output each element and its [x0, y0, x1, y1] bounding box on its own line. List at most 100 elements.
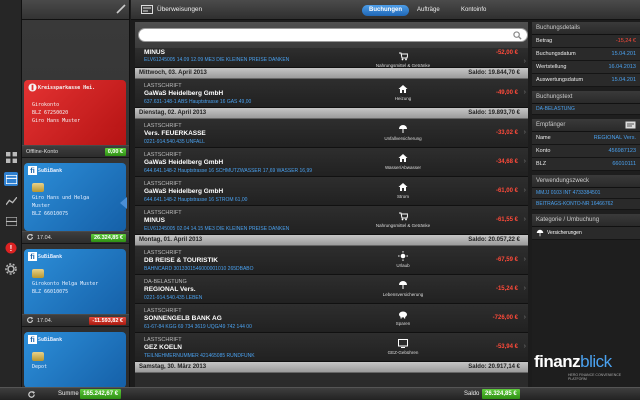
top-toolbar: Überweisungen Buchungen Aufträge Kontoin…: [131, 0, 640, 20]
transaction-category[interactable]: Lebensversicherung: [373, 280, 433, 297]
tab-kontoinfo[interactable]: Kontoinfo: [454, 5, 493, 16]
transaction-type: LASTSCHRIFT: [144, 250, 182, 256]
sun-icon: [398, 251, 408, 261]
transaction-category[interactable]: Strom: [373, 182, 433, 199]
chevron-right-icon: ›: [523, 89, 526, 96]
edit-pencil-icon[interactable]: [116, 4, 126, 16]
svg-text:fi: fi: [30, 335, 34, 344]
account-bar-1[interactable]: 17.04. 26.324,85 €: [22, 231, 129, 244]
transaction-category[interactable]: GEZ-Gebühren: [373, 338, 433, 355]
kategorie-button[interactable]: Versicherungen: [532, 227, 640, 240]
piggy-icon: [398, 309, 408, 319]
transaction-row[interactable]: LASTSCHRIFT SONNENGELB BANK AG 61-67-84 KG…: [135, 304, 528, 333]
account-card-subibank-1[interactable]: fi SuBiBank Giro Hans und Helga Muster B…: [24, 163, 126, 231]
list-icon[interactable]: [4, 214, 18, 228]
transaction-row[interactable]: LASTSCHRIFT GaWaS Heidelberg GmbH 637.631-…: [135, 79, 528, 108]
svg-text:fi: fi: [30, 252, 34, 261]
verwendungszweck-line: MMJJ 0103 INT 4733384501: [532, 188, 640, 199]
buchungstext-value: DA-BELASTUNG: [532, 104, 640, 115]
transaction-row[interactable]: LASTSCHRIFT GaWaS Heidelberg GmbH 644.641.…: [135, 148, 528, 177]
offline-account-balance: 0,00 €: [104, 147, 126, 156]
search-bar: [135, 22, 528, 48]
transfers-button[interactable]: Überweisungen: [141, 5, 202, 14]
tab-auftraege[interactable]: Aufträge: [410, 5, 447, 16]
account-update-date: 17.04.: [37, 317, 53, 324]
detail-value: -15,24 €: [615, 38, 636, 44]
transaction-row[interactable]: LASTSCHRIFT MINUS ELV61245005 02.04 14.15 …: [135, 206, 528, 235]
transaction-type: LASTSCHRIFT: [144, 181, 182, 187]
tab-buchungen[interactable]: Buchungen: [362, 5, 409, 16]
account-card-subibank-2[interactable]: fi SuBiBank Girokonto Helga Muster BLZ 6…: [24, 249, 126, 317]
transaction-amount: -34,68 €: [495, 159, 518, 165]
transaction-category[interactable]: Nahrungsmittel & Getränke: [373, 211, 433, 228]
transaction-category[interactable]: Sparen: [373, 309, 433, 326]
search-input[interactable]: [138, 28, 528, 42]
transaction-category[interactable]: Urlaub: [373, 251, 433, 268]
detail-row: Wertstellung 16.04.2013: [532, 61, 640, 74]
transaction-amount: -53,94 €: [495, 344, 518, 350]
transaction-amount: -67,59 €: [495, 257, 518, 263]
recipient-value: REGIONAL Vers.: [593, 135, 636, 141]
transaction-category[interactable]: Heizung: [373, 84, 433, 101]
transaction-name: SONNENGELB BANK AG: [144, 315, 222, 322]
offline-account-bar[interactable]: Offline-Konto 0,00 €: [22, 145, 129, 158]
settings-gear-icon[interactable]: [4, 262, 18, 276]
card-chip: [32, 352, 44, 361]
refresh-all-icon[interactable]: [27, 390, 36, 400]
refresh-icon[interactable]: [26, 233, 34, 243]
transaction-row[interactable]: LASTSCHRIFT GaWaS Heidelberg GmbH 644.641.…: [135, 177, 528, 206]
account-card-subibank-depot[interactable]: fi SuBiBank Depot: [24, 332, 126, 388]
chart-icon[interactable]: [4, 194, 18, 208]
transaction-description: ELV61245005 14.09 12.09 ME3 DIE KLEINEN …: [144, 57, 290, 63]
transaction-type: LASTSCHRIFT: [144, 308, 182, 314]
card-line: Girokonto: [32, 102, 60, 108]
recipient-key: Konto: [536, 148, 551, 154]
grid-icon[interactable]: [4, 150, 18, 164]
chevron-right-icon: ›: [523, 285, 526, 292]
tv-icon: [398, 338, 408, 348]
transaction-name: Vers. FEUERKASSE: [144, 130, 206, 137]
transaction-name: GaWaS Heidelberg GmbH: [144, 188, 224, 195]
recipient-key: Name: [536, 135, 551, 141]
address-card-icon[interactable]: [625, 121, 636, 131]
transaction-description: 644.641.148-2 Hauptstrasse 16 STROM 61,0…: [144, 197, 248, 203]
transaction-row[interactable]: LASTSCHRIFT GEZ KOELN TEILNEHMERNUMMER 421…: [135, 333, 528, 362]
accounts-icon[interactable]: [4, 172, 18, 186]
alert-icon[interactable]: !: [4, 241, 18, 255]
cart-icon: [398, 211, 409, 221]
transaction-amount: -61,00 €: [495, 188, 518, 194]
sparkasse-logo-icon: [28, 83, 37, 92]
transaction-row[interactable]: MINUS ELV61245005 14.09 12.09 ME3 DIE KLE…: [135, 48, 528, 68]
empfaenger-header: Empfänger: [532, 119, 640, 132]
transaction-row[interactable]: LASTSCHRIFT Vers. FEUERKASSE 0221-914.540.…: [135, 119, 528, 148]
transaction-category[interactable]: Nahrungsmittel & Getränke: [373, 51, 433, 68]
bank-logo-icon: fi: [28, 335, 37, 344]
category-label: Nahrungsmittel & Getränke: [375, 63, 431, 68]
transaction-name: GaWaS Heidelberg GmbH: [144, 159, 224, 166]
transaction-row[interactable]: LASTSCHRIFT DB REISE & TOURISTIK BAHNCARD …: [135, 246, 528, 275]
day-date: Samstag, 30. März 2013: [139, 364, 207, 370]
transaction-category[interactable]: Unfallversicherung: [373, 124, 433, 141]
transaction-type: DA-BELASTUNG: [144, 279, 187, 285]
category-label: Lebensversicherung: [382, 292, 424, 297]
account-card-kreissparkasse[interactable]: Kreissparkasse Hei. Girokonto BLZ 672500…: [24, 80, 126, 148]
refresh-icon[interactable]: [26, 316, 34, 326]
account-bar-2[interactable]: 17.04. -11.593,82 €: [22, 314, 129, 327]
detail-value: 15.04.201: [611, 77, 636, 83]
transaction-category[interactable]: Wasser/Abwasser: [373, 153, 433, 170]
card-line: BLZ 67250020: [32, 110, 69, 116]
transaction-description: 637.631-148-1 ABS Hauptstrasse 16 GAS 49…: [144, 99, 252, 105]
transaction-row[interactable]: DA-BELASTUNG REGIONAL Vers. 0221-914.540.4…: [135, 275, 528, 304]
chevron-right-icon: ›: [523, 343, 526, 350]
card-bank-name: SuBiBank: [38, 254, 63, 260]
category-label: Wasser/Abwasser: [384, 165, 422, 170]
verwendungszweck-line: BEITRAGS-KONTO-NR 16466762: [532, 199, 640, 210]
transaction-type: LASTSCHRIFT: [144, 210, 182, 216]
category-label: Nahrungsmittel & Getränke: [375, 223, 431, 228]
chevron-right-icon: ›: [523, 129, 526, 136]
transaction-type: LASTSCHRIFT: [144, 83, 182, 89]
transaction-amount: -61,55 €: [495, 217, 518, 223]
detail-key: Buchungsdatum: [536, 51, 576, 57]
bottom-bar: Summe 165.242,67 € Saldo 26.324,85 €: [0, 387, 640, 400]
empfaenger-title: Empfänger: [536, 122, 566, 128]
